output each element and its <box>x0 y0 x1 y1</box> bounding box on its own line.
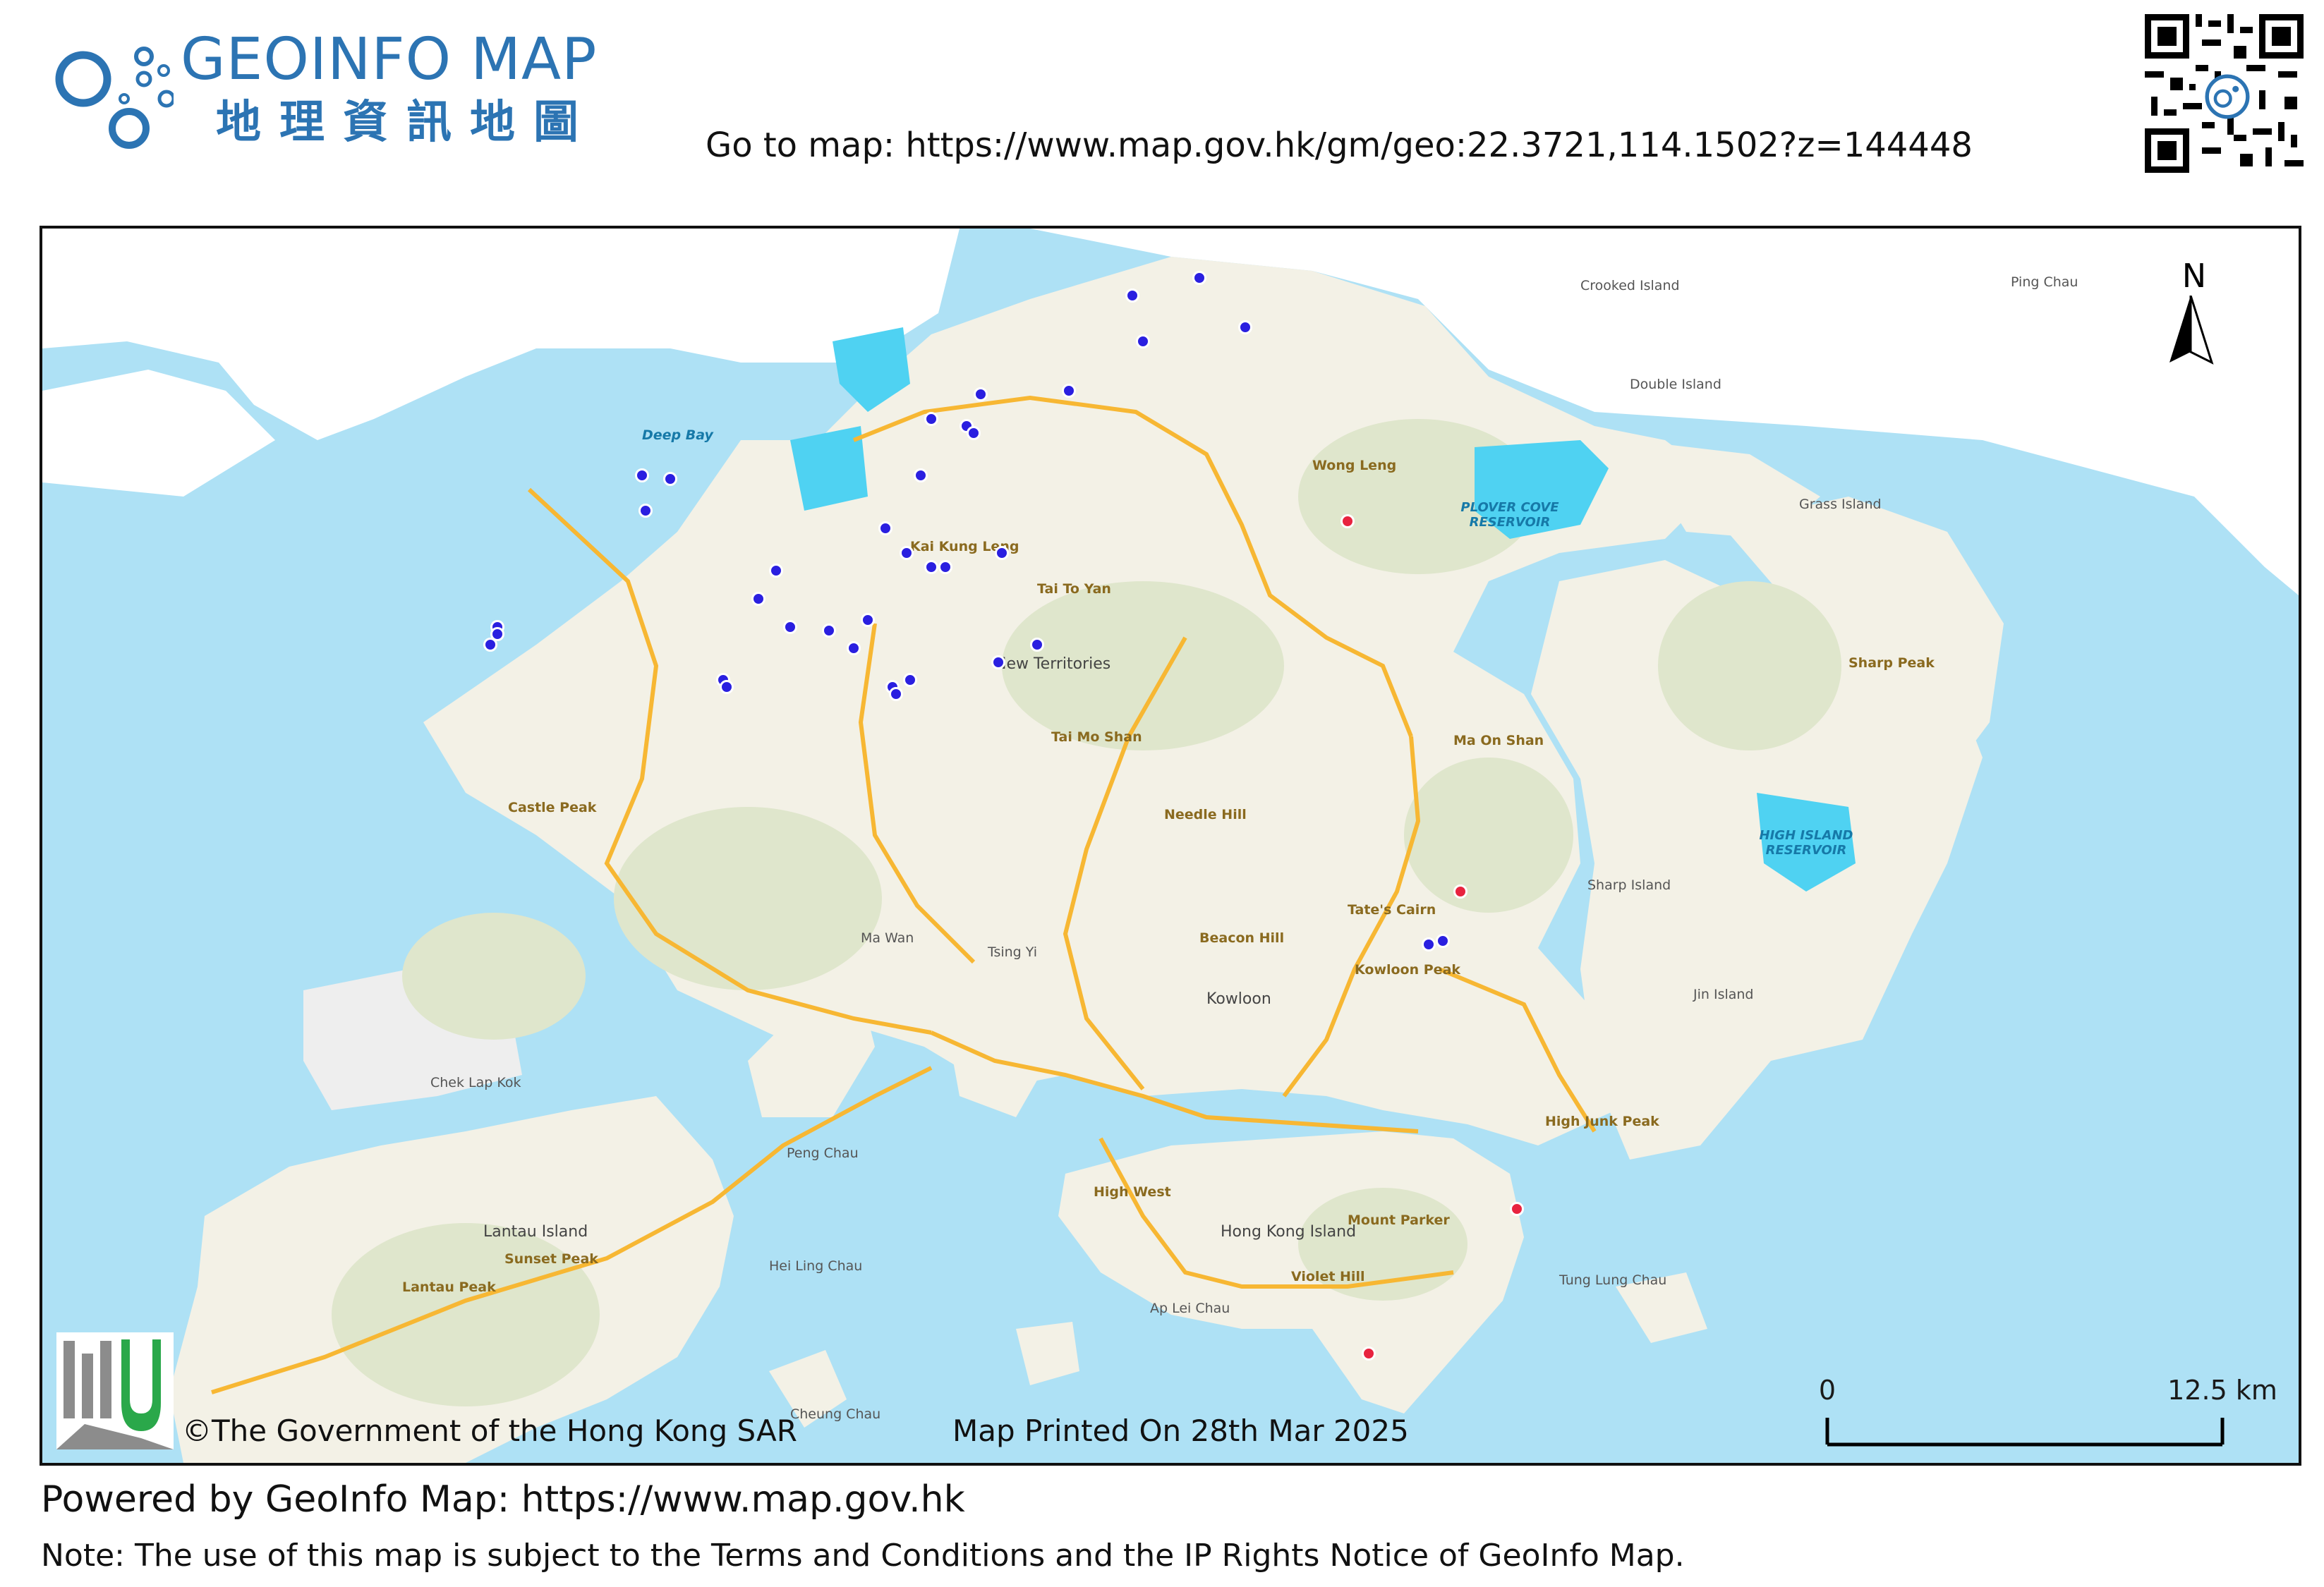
map-label: Grass Island <box>1799 497 1882 512</box>
blue-location-marker[interactable] <box>1062 384 1076 398</box>
map-label: Sharp Island <box>1587 877 1671 893</box>
map-label: Needle Hill <box>1164 807 1247 822</box>
map-basemap <box>42 229 2299 1463</box>
map-label: Sunset Peak <box>504 1251 598 1267</box>
map-label: Ma On Shan <box>1453 733 1544 748</box>
goto-map-link[interactable]: Go to map: https://www.map.gov.hk/gm/geo… <box>706 126 1973 165</box>
blue-location-marker[interactable] <box>783 620 797 634</box>
powered-by-text[interactable]: Powered by GeoInfo Map: https://www.map.… <box>41 1478 965 1521</box>
map-label: Beacon Hill <box>1199 930 1285 946</box>
blue-location-marker[interactable] <box>861 613 875 627</box>
map-label: Mount Parker <box>1348 1212 1450 1228</box>
brand-title-en: GEOINFO MAP <box>181 26 598 93</box>
blue-location-marker[interactable] <box>914 468 928 482</box>
blue-location-marker[interactable] <box>995 546 1009 560</box>
terms-note-text: Note: The use of this map is subject to … <box>41 1538 1685 1574</box>
map-label: Deep Bay <box>642 427 713 443</box>
blue-location-marker[interactable] <box>1436 934 1450 948</box>
map-label: High West <box>1094 1184 1171 1200</box>
map-label: Double Island <box>1630 377 1721 392</box>
map-label: Tai To Yan <box>1037 581 1111 597</box>
blue-location-marker[interactable] <box>751 592 765 606</box>
blue-location-marker[interactable] <box>967 426 981 440</box>
red-location-marker[interactable] <box>1362 1346 1376 1361</box>
scale-zero-label: 0 <box>1818 1375 1836 1406</box>
blue-location-marker[interactable] <box>878 521 892 535</box>
red-location-marker[interactable] <box>1510 1202 1524 1216</box>
map-label: HIGH ISLAND RESERVOIR <box>1759 828 1853 858</box>
blue-location-marker[interactable] <box>483 638 497 652</box>
blue-location-marker[interactable] <box>1030 638 1044 652</box>
qr-code-icon[interactable] <box>2145 14 2304 173</box>
map-label: Tai Mo Shan <box>1051 729 1142 745</box>
blue-location-marker[interactable] <box>847 641 861 655</box>
map-label: Hei Ling Chau <box>769 1258 863 1274</box>
map-label: Cheung Chau <box>790 1406 881 1422</box>
north-label: N <box>2181 257 2207 295</box>
map-label: Lantau Island <box>483 1223 588 1241</box>
blue-location-marker[interactable] <box>889 687 903 701</box>
blue-location-marker[interactable] <box>769 564 783 578</box>
red-location-marker[interactable] <box>1340 514 1355 528</box>
blue-location-marker[interactable] <box>635 468 649 482</box>
blue-location-marker[interactable] <box>1422 937 1436 951</box>
map-label: Chek Lap Kok <box>430 1075 521 1090</box>
map-label: High Junk Peak <box>1545 1114 1659 1129</box>
map-label: Tsing Yi <box>988 944 1037 960</box>
blue-location-marker[interactable] <box>663 472 677 486</box>
blue-location-marker[interactable] <box>938 560 952 574</box>
brand-title-zh: 地理資訊地圖 <box>216 97 597 149</box>
map-label: Hong Kong Island <box>1221 1223 1357 1241</box>
map-label: Tate's Cairn <box>1348 902 1436 918</box>
blue-location-marker[interactable] <box>1125 288 1139 303</box>
copyright-text: ©The Government of the Hong Kong SAR <box>182 1413 797 1448</box>
map-label: Crooked Island <box>1580 278 1680 293</box>
map-label: Violet Hill <box>1291 1269 1365 1284</box>
map-label: Jin Island <box>1693 987 1754 1002</box>
map-view[interactable]: Deep Bay Kai Kung Leng Tai To Yan New Te… <box>40 226 2301 1466</box>
blue-location-marker[interactable] <box>974 387 988 401</box>
blue-location-marker[interactable] <box>1238 320 1252 334</box>
scale-max-label: 12.5 km <box>2167 1375 2277 1406</box>
geoinfo-logo: GEOINFO MAP 地理資訊地圖 <box>54 31 632 154</box>
blue-location-marker[interactable] <box>924 560 938 574</box>
map-label: Kowloon <box>1206 990 1271 1008</box>
blue-location-marker[interactable] <box>1136 334 1150 348</box>
blue-location-marker[interactable] <box>903 673 917 687</box>
blue-location-marker[interactable] <box>900 546 914 560</box>
map-label: PLOVER COVE RESERVOIR <box>1460 500 1559 530</box>
north-arrow-icon <box>2169 296 2214 365</box>
geoinfo-logo-icon <box>55 47 174 149</box>
blue-location-marker[interactable] <box>639 504 653 518</box>
map-label: Ma Wan <box>861 930 914 946</box>
blue-location-marker[interactable] <box>1192 271 1206 285</box>
red-location-marker[interactable] <box>1453 884 1467 899</box>
scale-bar <box>1825 1418 2225 1447</box>
map-label: Castle Peak <box>508 800 597 815</box>
map-label: Lantau Peak <box>402 1279 496 1295</box>
map-label: Peng Chau <box>787 1145 859 1161</box>
map-label: Ping Chau <box>2011 274 2078 290</box>
map-label: New Territories <box>995 655 1111 673</box>
map-label: Sharp Peak <box>1848 655 1935 671</box>
blue-location-marker[interactable] <box>991 655 1005 669</box>
print-date-text: Map Printed On 28th Mar 2025 <box>952 1413 1409 1448</box>
map-label: Tung Lung Chau <box>1559 1272 1667 1288</box>
blue-location-marker[interactable] <box>924 412 938 426</box>
map-label: Ap Lei Chau <box>1150 1301 1230 1316</box>
blue-location-marker[interactable] <box>822 624 836 638</box>
lands-department-logo <box>56 1332 174 1449</box>
map-label: Kowloon Peak <box>1355 962 1461 978</box>
map-label: Wong Leng <box>1312 458 1397 473</box>
blue-location-marker[interactable] <box>720 680 734 694</box>
